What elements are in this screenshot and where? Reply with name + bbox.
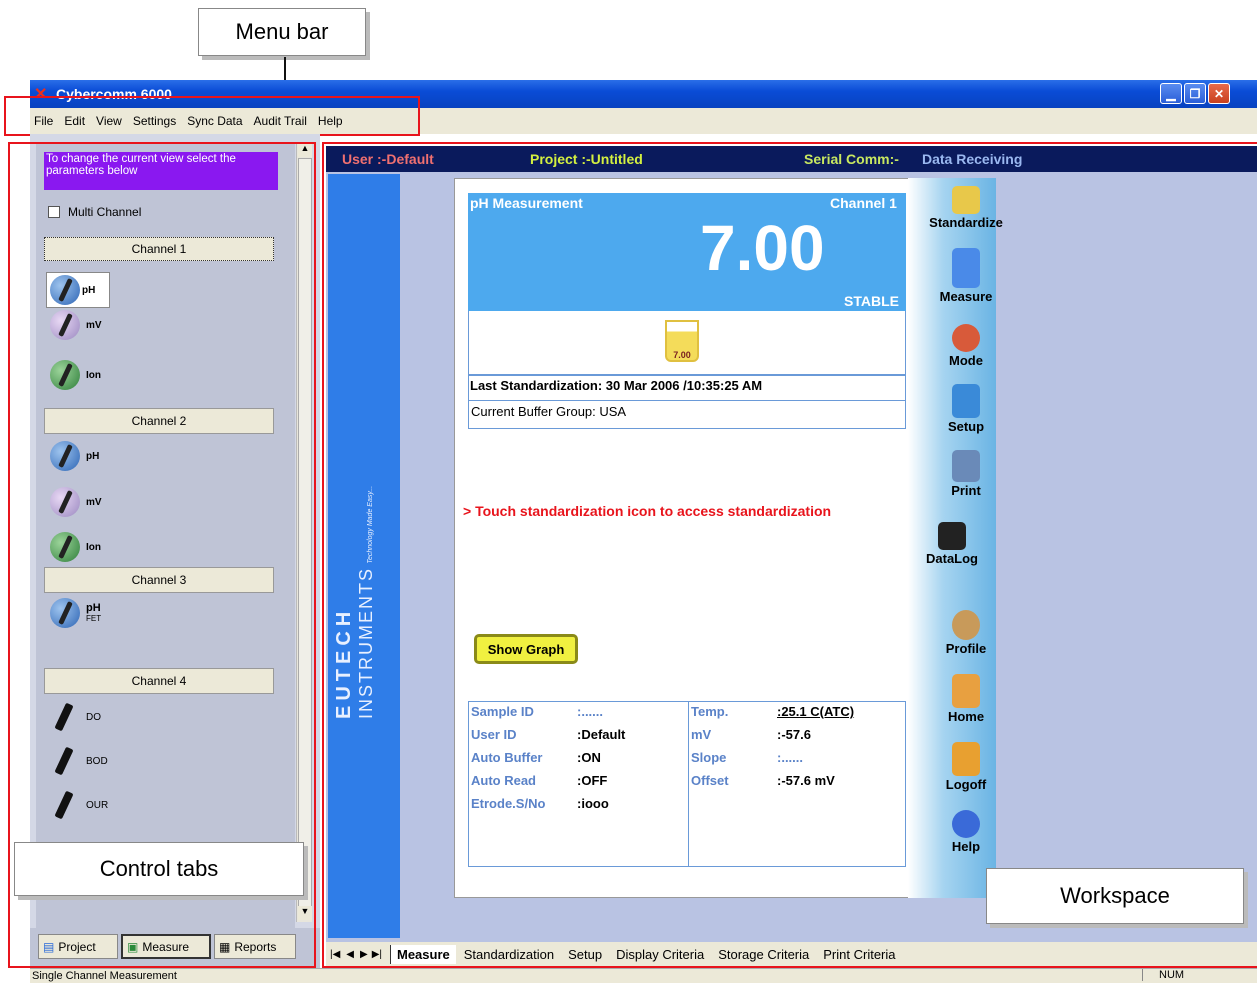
- menu-bar-highlight: [4, 96, 420, 136]
- num-indicator: NUM: [1142, 969, 1184, 981]
- menu-bar-callout: Menu bar: [198, 8, 366, 56]
- minimize-button[interactable]: ▁: [1160, 83, 1182, 104]
- workspace-highlight: [322, 142, 1257, 968]
- status-text: Single Channel Measurement: [32, 970, 177, 982]
- control-tabs-callout: Control tabs: [14, 842, 304, 896]
- control-tabs-callout-label: Control tabs: [99, 856, 219, 881]
- menu-bar-callout-label: Menu bar: [235, 19, 329, 44]
- status-bar: Single Channel Measurement NUM: [30, 968, 1257, 983]
- close-button[interactable]: ✕: [1208, 83, 1230, 104]
- restore-button[interactable]: ❐: [1184, 83, 1206, 104]
